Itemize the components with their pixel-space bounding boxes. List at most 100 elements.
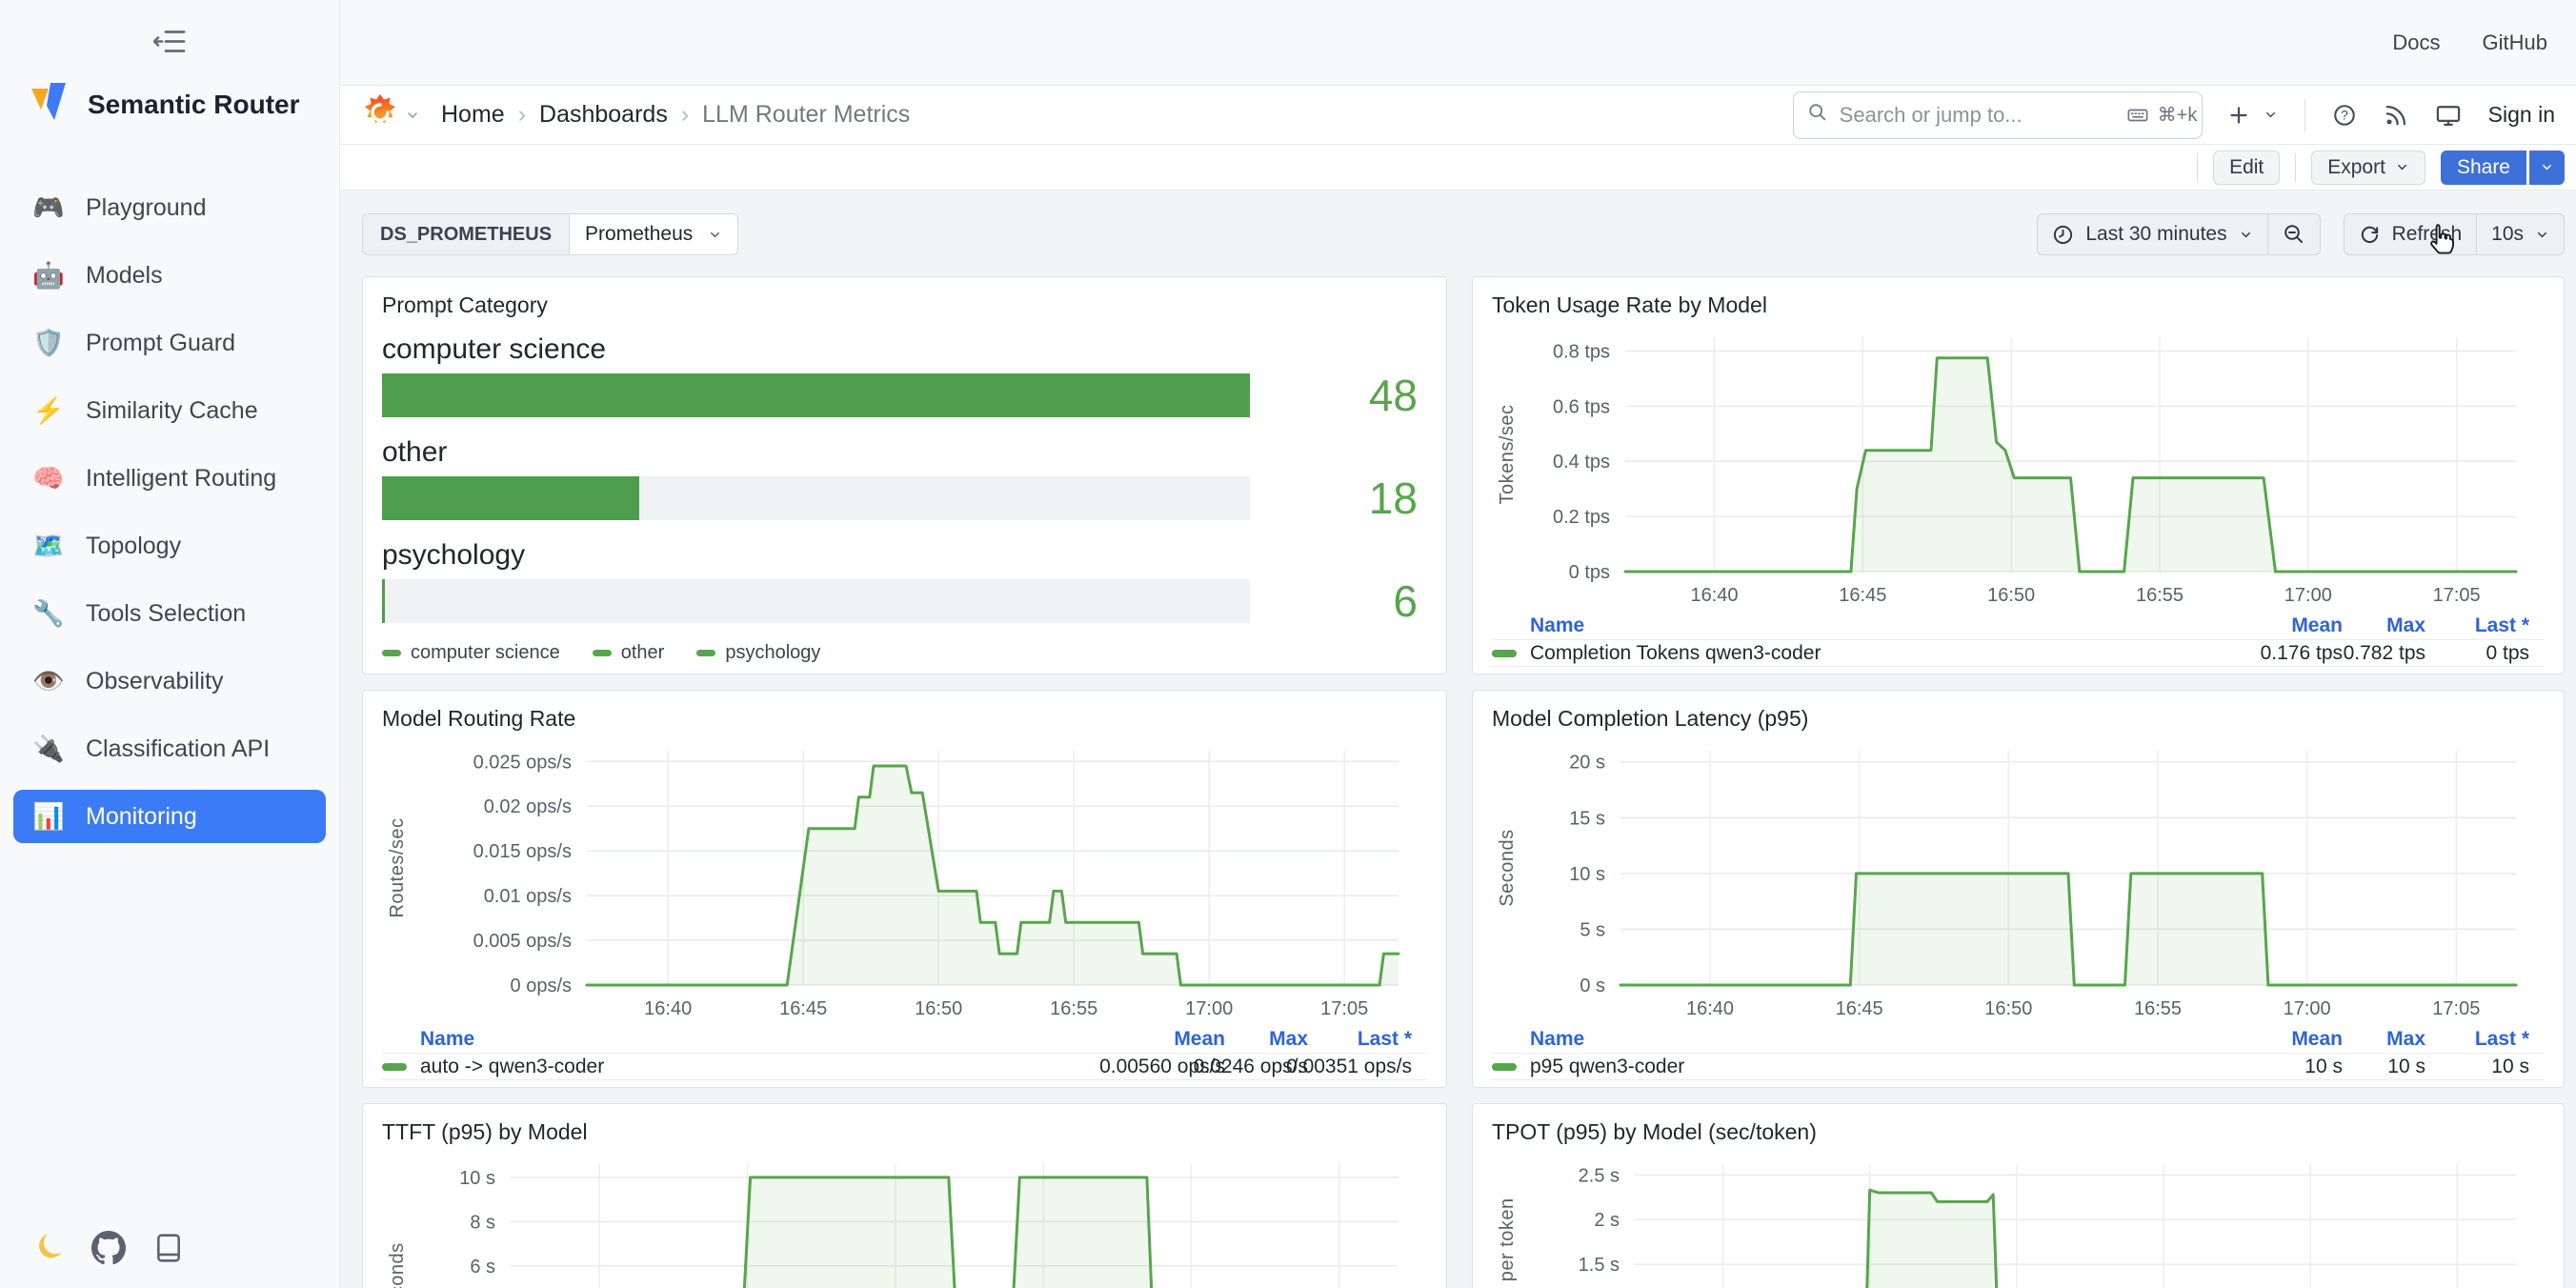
sidebar-item-label: Classification API (86, 735, 270, 763)
topology-icon: 🗺️ (32, 531, 65, 561)
sign-in-button[interactable]: Sign in (2488, 102, 2555, 128)
grafana-logo-icon[interactable] (361, 93, 399, 136)
chevron-down-icon (2395, 160, 2409, 174)
series-name[interactable]: p95 qwen3-coder (1530, 1056, 1684, 1078)
add-new-chevron-icon[interactable] (2264, 108, 2278, 122)
column-header-name[interactable]: Name (420, 1028, 474, 1051)
breadcrumb-home[interactable]: Home (441, 101, 505, 129)
column-header-last[interactable]: Last * (1358, 1028, 1412, 1051)
panel-token-usage-rate: Token Usage Rate by Model 0 tps0.2 tps0.… (1472, 276, 2565, 674)
svg-text:0.025 ops/s: 0.025 ops/s (473, 752, 572, 773)
help-icon[interactable]: ? (2332, 103, 2357, 128)
timeseries-chart[interactable]: 0 tps0.2 tps0.4 tps0.6 tps0.8 tps16:4016… (1492, 326, 2545, 612)
legend-table-row: auto -> qwen3-coder0.00560 ops/s0.0246 o… (382, 1053, 1427, 1080)
tools-selection-icon: 🔧 (32, 598, 65, 629)
svg-text:16:50: 16:50 (1984, 998, 2032, 1019)
timeseries-chart[interactable]: 0 s5 s10 s15 s20 s16:4016:4516:5016:5517… (1492, 739, 2545, 1025)
docs-link[interactable]: Docs (2392, 30, 2440, 55)
sidebar-item-topology[interactable]: 🗺️Topology (13, 519, 326, 573)
series-stat-value: 0.782 tps (2344, 642, 2425, 665)
keyboard-icon (2125, 105, 2150, 126)
bar-gauge-row: computer science48 (382, 333, 1427, 417)
sidebar-item-playground[interactable]: 🎮Playground (13, 181, 326, 234)
legend-table-header: Name Mean Max Last * (1492, 1025, 2545, 1053)
refresh-button[interactable]: Refresh (2345, 214, 2477, 254)
column-header-mean[interactable]: Mean (2291, 614, 2343, 637)
svg-text:16:40: 16:40 (1690, 585, 1738, 606)
bar-value: 18 (1250, 476, 1427, 520)
panel-tpot: TPOT (p95) by Model (sec/token) 0 s0.5 s… (1472, 1103, 2565, 1288)
add-new-icon[interactable] (2227, 104, 2250, 127)
divider (2295, 153, 2296, 182)
sidebar-item-similarity-cache[interactable]: ⚡Similarity Cache (13, 384, 326, 437)
timeseries-chart[interactable]: 0 ops/s0.005 ops/s0.01 ops/s0.015 ops/s0… (382, 739, 1427, 1025)
share-button[interactable]: Share (2441, 151, 2526, 185)
column-header-max[interactable]: Max (2386, 614, 2425, 637)
clock-icon (2052, 224, 2074, 246)
time-range-picker[interactable]: Last 30 minutes (2038, 214, 2266, 254)
github-icon[interactable] (91, 1231, 126, 1265)
sidebar-item-tools-selection[interactable]: 🔧Tools Selection (13, 587, 326, 640)
column-header-name[interactable]: Name (1530, 1028, 1584, 1051)
datasource-select[interactable]: Prometheus (570, 214, 737, 254)
divider (2197, 153, 2198, 182)
share-dropdown-button[interactable] (2529, 151, 2565, 185)
zoom-out-time-button[interactable] (2268, 214, 2320, 254)
org-switcher-chevron-icon[interactable] (405, 108, 420, 123)
sidebar-item-intelligent-routing[interactable]: 🧠Intelligent Routing (13, 452, 326, 505)
breadcrumb: Home › Dashboards › LLM Router Metrics (441, 101, 910, 129)
panel-title: Prompt Category (382, 292, 1427, 318)
svg-text:0.4 tps: 0.4 tps (1553, 452, 1610, 473)
chevron-down-icon (2239, 228, 2253, 242)
breadcrumb-dashboards[interactable]: Dashboards (539, 101, 668, 129)
legend-item[interactable]: other (593, 642, 665, 664)
export-button[interactable]: Export (2311, 151, 2425, 185)
bar-gauge: computer science48other18psychology6 (382, 333, 1427, 623)
legend-item[interactable]: psychology (696, 642, 820, 664)
theme-moon-icon[interactable] (30, 1232, 63, 1264)
column-header-mean[interactable]: Mean (1174, 1028, 1225, 1051)
breadcrumb-separator: › (518, 101, 526, 129)
app-title: Semantic Router (88, 90, 300, 120)
similarity-cache-icon: ⚡ (32, 395, 65, 426)
breadcrumb-separator: › (681, 101, 689, 129)
kiosk-monitor-icon[interactable] (2435, 102, 2462, 129)
search-box[interactable]: ⌘+k (1793, 91, 2203, 139)
sidebar-item-classification-api[interactable]: 🔌Classification API (13, 722, 326, 775)
column-header-last[interactable]: Last * (2475, 614, 2529, 637)
edit-button[interactable]: Edit (2213, 151, 2280, 185)
series-name[interactable]: Completion Tokens qwen3-coder (1530, 642, 1821, 665)
search-input[interactable] (1840, 103, 2114, 128)
column-header-mean[interactable]: Mean (2291, 1028, 2343, 1051)
chevron-down-icon (2535, 228, 2549, 242)
svg-text:Seconds: Seconds (387, 1242, 408, 1288)
sidebar-item-observability[interactable]: 👁️Observability (13, 654, 326, 708)
timeseries-chart[interactable]: 0 s0.5 s1 s1.5 s2 s2.5 s16:4016:4516:501… (1492, 1153, 2545, 1288)
datasource-picker: DS_PROMETHEUS Prometheus (362, 213, 738, 255)
legend-item[interactable]: computer science (382, 642, 560, 664)
sidebar-item-prompt-guard[interactable]: 🛡️Prompt Guard (13, 316, 326, 370)
column-header-name[interactable]: Name (1530, 614, 1584, 637)
chevron-down-icon (2540, 160, 2554, 174)
observability-icon: 👁️ (32, 666, 65, 696)
sidebar-item-models[interactable]: 🤖Models (13, 249, 326, 302)
series-stat-value: 0.00351 ops/s (1286, 1056, 1412, 1078)
github-link[interactable]: GitHub (2483, 30, 2547, 55)
column-header-max[interactable]: Max (1269, 1028, 1308, 1051)
bar-fill (382, 373, 1250, 417)
news-rss-icon[interactable] (2384, 103, 2408, 128)
zoom-out-icon (2283, 223, 2305, 246)
column-header-max[interactable]: Max (2386, 1028, 2425, 1051)
bar-value: 48 (1250, 373, 1427, 417)
legend-series-marker (382, 1063, 407, 1071)
series-stat-value: 10 s (2491, 1056, 2529, 1078)
timeseries-chart[interactable]: 0 s2 s4 s6 s8 s10 s16:4016:4516:5016:551… (382, 1153, 1427, 1288)
docs-book-icon[interactable] (154, 1233, 183, 1263)
playground-icon: 🎮 (32, 192, 65, 223)
column-header-last[interactable]: Last * (2475, 1028, 2529, 1051)
svg-text:16:40: 16:40 (1686, 998, 1734, 1019)
collapse-sidebar-icon[interactable] (153, 29, 186, 59)
refresh-interval-select[interactable]: 10s (2477, 214, 2564, 254)
series-name[interactable]: auto -> qwen3-coder (420, 1056, 604, 1078)
sidebar-item-monitoring[interactable]: 📊Monitoring (13, 790, 326, 843)
